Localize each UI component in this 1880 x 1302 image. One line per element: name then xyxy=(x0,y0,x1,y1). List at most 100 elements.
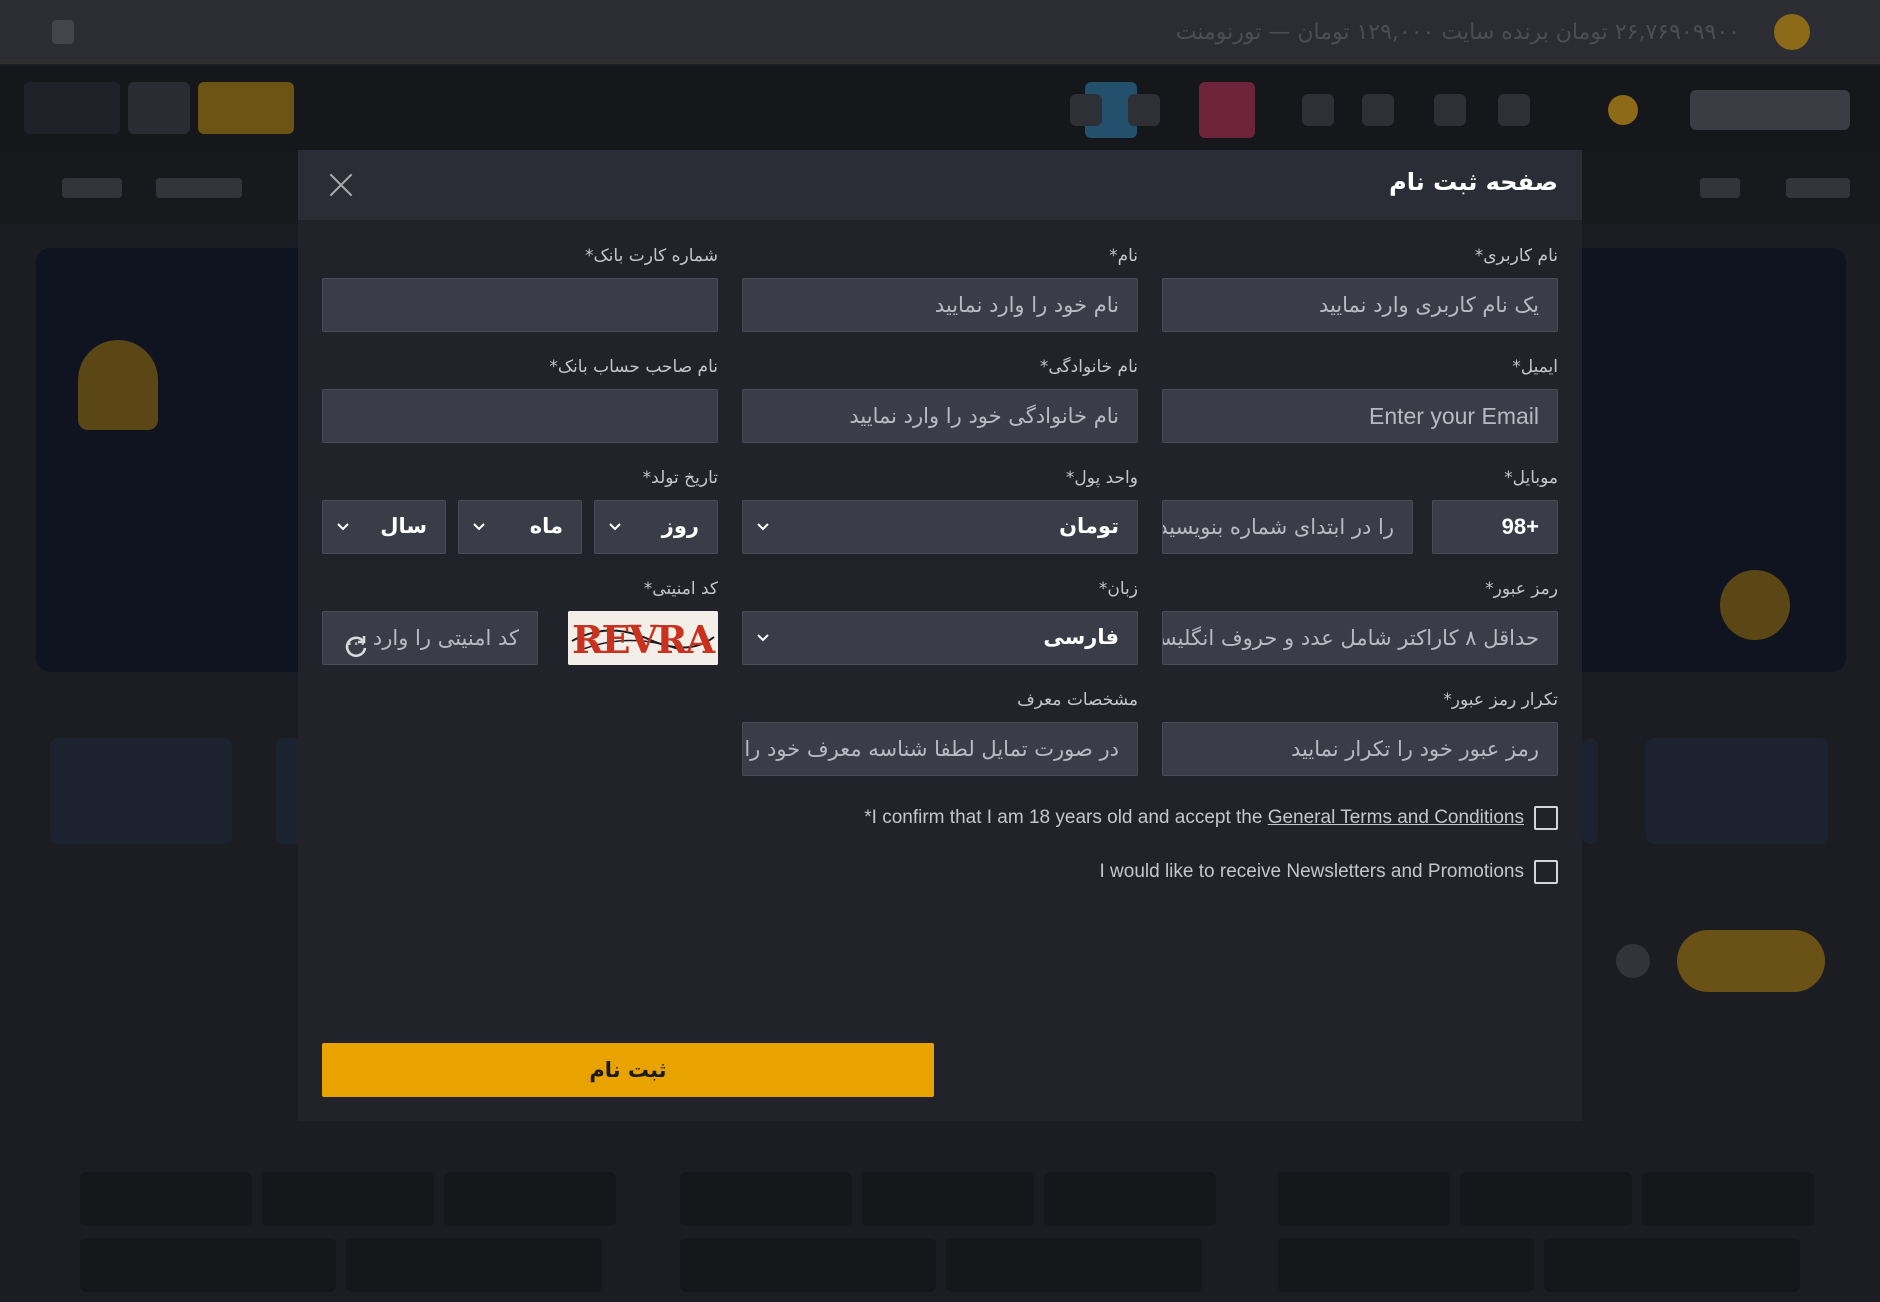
account-holder-label: نام صاحب حساب بانک* xyxy=(549,357,718,377)
chevron-down-icon xyxy=(605,516,625,536)
ticker-text: ۲۶,۷۶۹۰۹۹۰۰ تومان برنده سایت ۱۲۹,۰۰۰ توم… xyxy=(1175,20,1740,45)
ticker-menu-icon xyxy=(52,20,74,44)
chevron-down-icon xyxy=(753,516,773,536)
instagram-icon xyxy=(1199,82,1255,138)
chevron-down-icon xyxy=(333,516,353,536)
country-code-input[interactable]: 98+ xyxy=(1432,500,1558,554)
modal-header: صفحه ثبت نام xyxy=(298,150,1582,220)
birth-year-value: سال xyxy=(380,514,427,538)
email-input[interactable]: Enter your Email xyxy=(1162,389,1558,443)
currency-select[interactable]: تومان xyxy=(742,500,1138,554)
odds-box xyxy=(346,1238,602,1292)
site-logo xyxy=(1690,90,1850,130)
account-holder-input[interactable] xyxy=(322,389,718,443)
odds-box xyxy=(80,1172,252,1226)
language-value: فارسی xyxy=(1043,625,1119,649)
newsletter-row: I would like to receive Newsletters and … xyxy=(1099,857,1558,887)
language-select[interactable]: فارسی xyxy=(742,611,1138,665)
birth-month-value: ماه xyxy=(529,514,563,538)
bg-register-button xyxy=(198,82,294,134)
game-thumbnail xyxy=(1646,738,1828,844)
last-name-input[interactable]: نام خانوادگی خود را وارد نمایید xyxy=(742,389,1138,443)
chevron-down-icon xyxy=(469,516,489,536)
card-number-label: شماره کارت بانک* xyxy=(584,246,718,266)
mobile-input[interactable]: را در ابتدای شماره بنویسید xyxy=(1162,500,1413,554)
support-icon xyxy=(1128,94,1160,126)
card-number-input[interactable] xyxy=(322,278,718,332)
newsletter-text: I would like to receive Newsletters and … xyxy=(1099,861,1524,882)
mobile-field: 98+ را در ابتدای شماره بنویسید xyxy=(1162,500,1558,554)
odds-box xyxy=(946,1238,1202,1292)
last-name-label: نام خانوادگی* xyxy=(1039,357,1138,377)
download-icon xyxy=(1362,94,1394,126)
odds-box xyxy=(262,1172,434,1226)
odds-box xyxy=(1044,1172,1216,1226)
mobile-label: موبایل* xyxy=(1504,468,1558,488)
referrer-input[interactable]: در صورت تمایل لطفا شناسه معرف خود را وار xyxy=(742,722,1138,776)
odds-box xyxy=(680,1172,852,1226)
birth-year-select[interactable]: سال xyxy=(322,500,446,554)
odds-box xyxy=(1278,1238,1534,1292)
terms-checkbox[interactable] xyxy=(1534,806,1558,830)
close-icon[interactable] xyxy=(324,168,358,202)
odds-box xyxy=(680,1238,936,1292)
password-repeat-input[interactable]: رمز عبور خود را تکرار نمایید xyxy=(1162,722,1558,776)
app-icon xyxy=(1434,94,1466,126)
game-thumbnail xyxy=(50,738,232,844)
password-repeat-label: تکرار رمز عبور* xyxy=(1443,690,1558,710)
odds-box xyxy=(80,1238,336,1292)
language-label: زبان* xyxy=(1098,579,1138,599)
nav-item xyxy=(1700,178,1740,198)
user-icon xyxy=(1302,94,1334,126)
odds-box xyxy=(1460,1172,1632,1226)
birth-day-value: روز xyxy=(661,514,699,538)
password-label: رمز عبور* xyxy=(1485,579,1558,599)
odds-box xyxy=(862,1172,1034,1226)
captcha-placeholder: کد امنیتی را وارد ... xyxy=(346,626,519,650)
birth-month-select[interactable]: ماه xyxy=(458,500,582,554)
email-label: ایمیل* xyxy=(1512,357,1558,377)
captcha-label: کد امنیتی* xyxy=(643,579,718,599)
terms-row: *I confirm that I am 18 years old and ac… xyxy=(864,803,1558,833)
birthdate-label: تاریخ تولد* xyxy=(642,468,718,488)
terms-text: *I confirm that I am 18 years old and ac… xyxy=(864,807,1524,829)
newsletter-checkbox[interactable] xyxy=(1534,860,1558,884)
club-decoration xyxy=(1720,570,1790,640)
nav-item xyxy=(1786,178,1850,198)
chevron-down-icon xyxy=(753,627,773,647)
bg-login-button xyxy=(128,82,190,134)
register-button[interactable]: ثبت نام xyxy=(322,1043,934,1097)
currency-value: تومان xyxy=(1059,514,1119,538)
trophy-icon xyxy=(1774,14,1810,50)
first-name-input[interactable]: نام خود را وارد نمایید xyxy=(742,278,1138,332)
nav-item xyxy=(62,178,122,198)
first-name-label: نام* xyxy=(1109,246,1138,266)
username-input[interactable]: یک نام کاربری وارد نمایید xyxy=(1162,278,1558,332)
username-label: نام کاربری* xyxy=(1474,246,1558,266)
bg-settings-icon xyxy=(1616,944,1650,978)
modal-title: صفحه ثبت نام xyxy=(1389,168,1558,196)
odds-box xyxy=(1544,1238,1800,1292)
spade-decoration xyxy=(78,340,158,430)
referrer-label: مشخصات معرف xyxy=(1017,690,1138,710)
bg-yellow-pill xyxy=(1677,930,1825,992)
coin-icon xyxy=(1608,95,1638,125)
registration-modal: صفحه ثبت نام نام کاربری* یک نام کاربری و… xyxy=(298,150,1582,1121)
refresh-icon[interactable] xyxy=(343,626,369,658)
nav-item xyxy=(156,178,242,198)
password-input[interactable]: حداقل ۸ کاراکتر شامل عدد و حروف انگلیسی xyxy=(1162,611,1558,665)
game-thumbnail xyxy=(1582,738,1598,844)
captcha-text: REVRA xyxy=(572,617,716,662)
filter-icon xyxy=(1070,94,1102,126)
currency-label: واحد پول* xyxy=(1065,468,1138,488)
odds-box xyxy=(444,1172,616,1226)
captcha-image: REVRA xyxy=(568,611,718,665)
bg-time-display xyxy=(24,82,120,134)
terms-link[interactable]: General Terms and Conditions xyxy=(1268,807,1524,828)
apple-icon xyxy=(1498,94,1530,126)
captcha-input[interactable]: کد امنیتی را وارد ... xyxy=(322,611,538,665)
birth-day-select[interactable]: روز xyxy=(594,500,718,554)
odds-box xyxy=(1642,1172,1814,1226)
terms-prefix: *I confirm that I am 18 years old and ac… xyxy=(864,807,1268,828)
odds-box xyxy=(1278,1172,1450,1226)
